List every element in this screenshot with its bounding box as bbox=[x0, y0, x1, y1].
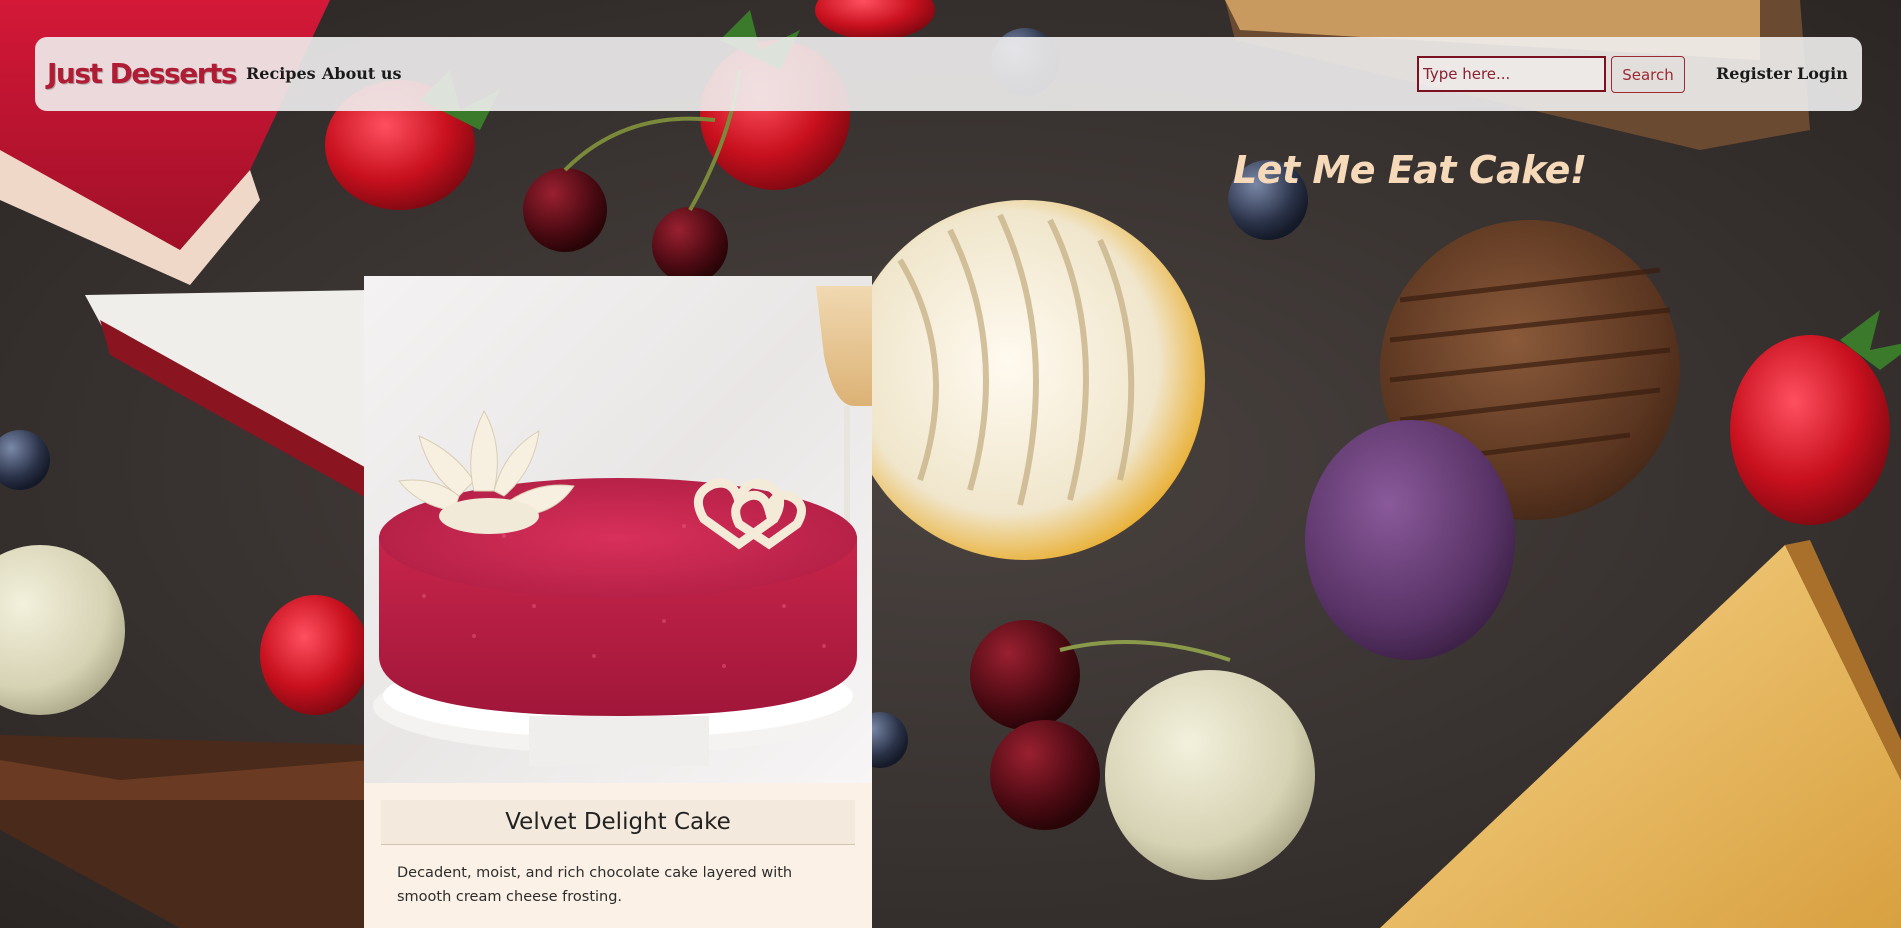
hero-title: Let Me Eat Cake! bbox=[1233, 148, 1587, 192]
recipe-card-title[interactable]: Velvet Delight Cake bbox=[381, 800, 855, 845]
hero-background bbox=[0, 0, 1901, 928]
recipe-card-image[interactable] bbox=[364, 276, 872, 783]
search-input[interactable] bbox=[1417, 56, 1606, 92]
login-link[interactable]: Login bbox=[1797, 64, 1848, 83]
brand-logo[interactable]: Just Desserts bbox=[47, 57, 238, 90]
recipe-card[interactable]: Velvet Delight Cake Decadent, moist, and… bbox=[364, 276, 872, 928]
register-link[interactable]: Register bbox=[1716, 64, 1792, 83]
nav-link-about-us[interactable]: About us bbox=[322, 64, 402, 83]
dessert-background-image bbox=[0, 0, 1901, 928]
search-button[interactable]: Search bbox=[1611, 56, 1685, 93]
red-velvet-cake-image bbox=[373, 286, 872, 766]
nav-link-recipes[interactable]: Recipes bbox=[246, 64, 316, 83]
recipe-card-description: Decadent, moist, and rich chocolate cake… bbox=[397, 865, 793, 905]
top-navbar: Just Desserts Recipes About us Search Re… bbox=[35, 37, 1862, 111]
